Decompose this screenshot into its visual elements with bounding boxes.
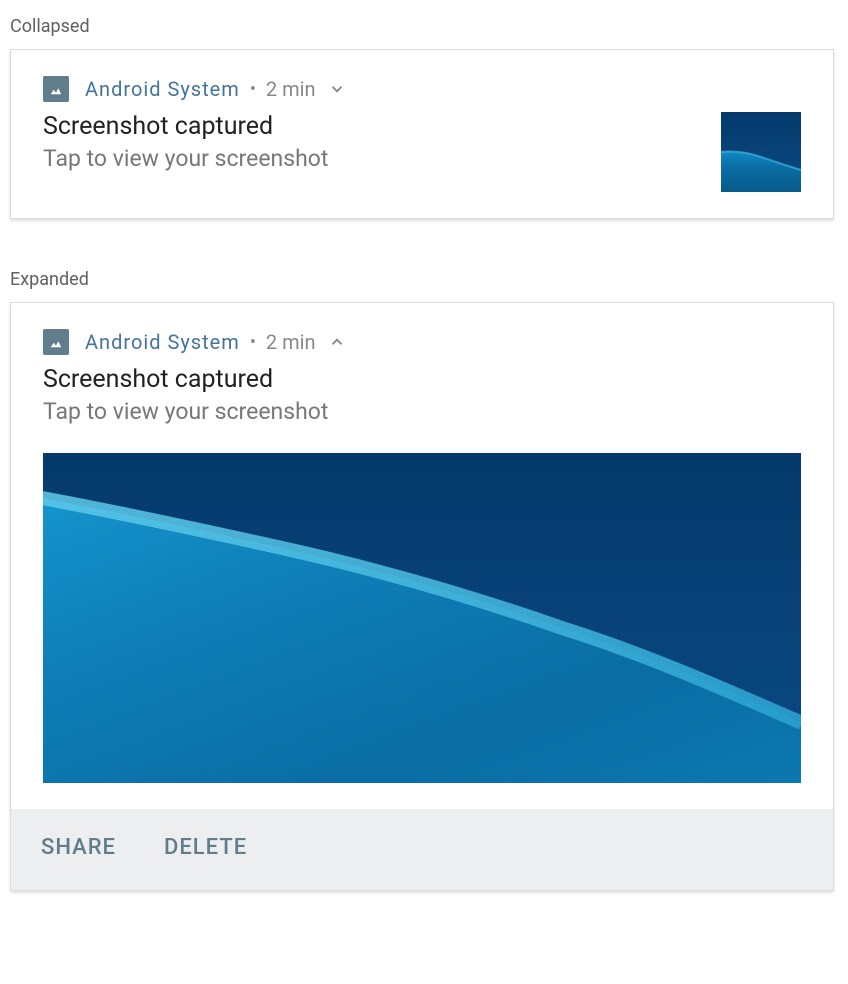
screenshot-big-picture [43, 453, 801, 783]
notification-card-expanded[interactable]: Android System • 2 min Screenshot captur… [10, 302, 834, 891]
notification-subtitle: Tap to view your screenshot [43, 145, 705, 172]
app-name: Android System [85, 77, 240, 101]
notification-actions: SHARE DELETE [11, 809, 833, 890]
timestamp: 2 min [266, 77, 316, 101]
notification-header[interactable]: Android System • 2 min [43, 329, 801, 355]
expanded-section-label: Expanded [10, 269, 838, 290]
notification-title: Screenshot captured [43, 365, 801, 394]
notification-title: Screenshot captured [43, 112, 705, 141]
app-name: Android System [85, 330, 240, 354]
collapsed-section-label: Collapsed [10, 16, 838, 37]
chevron-down-icon[interactable] [328, 80, 346, 98]
notification-header[interactable]: Android System • 2 min [43, 76, 801, 102]
screenshot-thumbnail [721, 112, 801, 192]
image-icon [43, 76, 69, 102]
notification-subtitle: Tap to view your screenshot [43, 398, 801, 425]
share-button[interactable]: SHARE [41, 835, 116, 860]
delete-button[interactable]: DELETE [164, 835, 247, 860]
notification-card-collapsed[interactable]: Android System • 2 min Screenshot captur… [10, 49, 834, 219]
chevron-up-icon[interactable] [328, 333, 346, 351]
header-separator: • [250, 332, 256, 353]
image-icon [43, 329, 69, 355]
timestamp: 2 min [266, 330, 316, 354]
header-separator: • [250, 79, 256, 100]
